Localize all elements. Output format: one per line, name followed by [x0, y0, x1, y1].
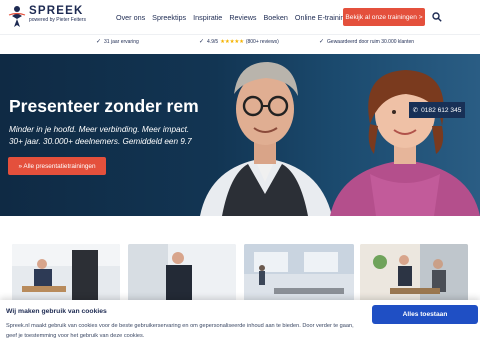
hero-subtitle-line2: 30+ jaar. 30.000+ deelnemers. Gemiddeld … — [9, 137, 192, 146]
logo-mark-icon — [8, 6, 26, 27]
hero-photo-woman — [330, 70, 480, 216]
site-header: SPREEK powered by Pieter Feiters Over on… — [0, 0, 480, 34]
card-image — [244, 244, 354, 304]
training-card-photo[interactable] — [12, 244, 120, 304]
training-card-photo[interactable] — [360, 244, 468, 304]
trust-bar: ✓ 31 jaar ervaring ✓ 4.9/5 ★★★★★ (800+ r… — [0, 34, 480, 48]
card-image — [12, 244, 120, 304]
view-trainings-button[interactable]: Bekijk al onze trainingen > — [343, 8, 425, 26]
training-card-photo[interactable] — [244, 244, 354, 304]
logo-wordmark: SPREEK powered by Pieter Feiters — [29, 5, 86, 24]
nav-item-inspiratie[interactable]: Inspiratie — [193, 13, 222, 22]
nav-item-spreektips[interactable]: Spreektips — [152, 13, 186, 22]
check-icon: ✓ — [96, 39, 102, 45]
trust-customers-text: Gewaardeerd door ruim 30.000 klanten — [327, 38, 415, 45]
hero-subtitle: Minder in je hoofd. Meer verbinding. Mee… — [9, 124, 229, 148]
main-nav: Over ons Spreektips Inspiratie Reviews B… — [116, 13, 363, 22]
check-icon: ✓ — [199, 39, 205, 45]
nav-item-reviews[interactable]: Reviews — [229, 13, 256, 22]
phone-number: 0182 612 345 — [421, 106, 462, 114]
search-icon[interactable] — [432, 12, 442, 22]
logo[interactable]: SPREEK powered by Pieter Feiters — [8, 5, 86, 29]
training-card-photo[interactable] — [128, 244, 236, 304]
trust-rating: ✓ 4.9/5 ★★★★★ (800+ reviews) — [199, 38, 279, 46]
trust-years-text: 31 jaar ervaring — [104, 38, 139, 45]
trust-customers: ✓ Gewaardeerd door ruim 30.000 klanten — [319, 38, 415, 46]
cookie-text: Spreek.nl maakt gebruik van cookies voor… — [6, 323, 354, 339]
nav-item-boeken[interactable]: Boeken — [263, 13, 287, 22]
phone-icon: ✆ — [412, 107, 419, 114]
card-image — [360, 244, 468, 304]
all-trainings-button[interactable]: » Alle presentatietrainingen — [8, 157, 106, 175]
cookie-title: Wij maken gebruik van cookies — [6, 308, 107, 315]
phone-button[interactable]: ✆ 0182 612 345 — [409, 102, 465, 118]
trust-reviews-count: (800+ reviews) — [245, 38, 279, 45]
trust-years: ✓ 31 jaar ervaring — [96, 38, 139, 46]
star-rating-icon: ★★★★★ — [220, 38, 244, 45]
trust-rating-score: 4.9/5 — [207, 38, 219, 45]
card-image — [128, 244, 236, 304]
logo-subtitle: powered by Pieter Feiters — [29, 17, 86, 23]
logo-title: SPREEK — [29, 5, 84, 17]
hero-subtitle-line1: Minder in je hoofd. Meer verbinding. Mee… — [9, 125, 190, 134]
accept-all-cookies-button[interactable]: Alles toestaan — [372, 305, 478, 324]
check-icon: ✓ — [319, 39, 325, 45]
hero-title: Presenteer zonder rem — [9, 96, 199, 116]
training-cards — [0, 244, 480, 304]
nav-item-over-ons[interactable]: Over ons — [116, 13, 145, 22]
